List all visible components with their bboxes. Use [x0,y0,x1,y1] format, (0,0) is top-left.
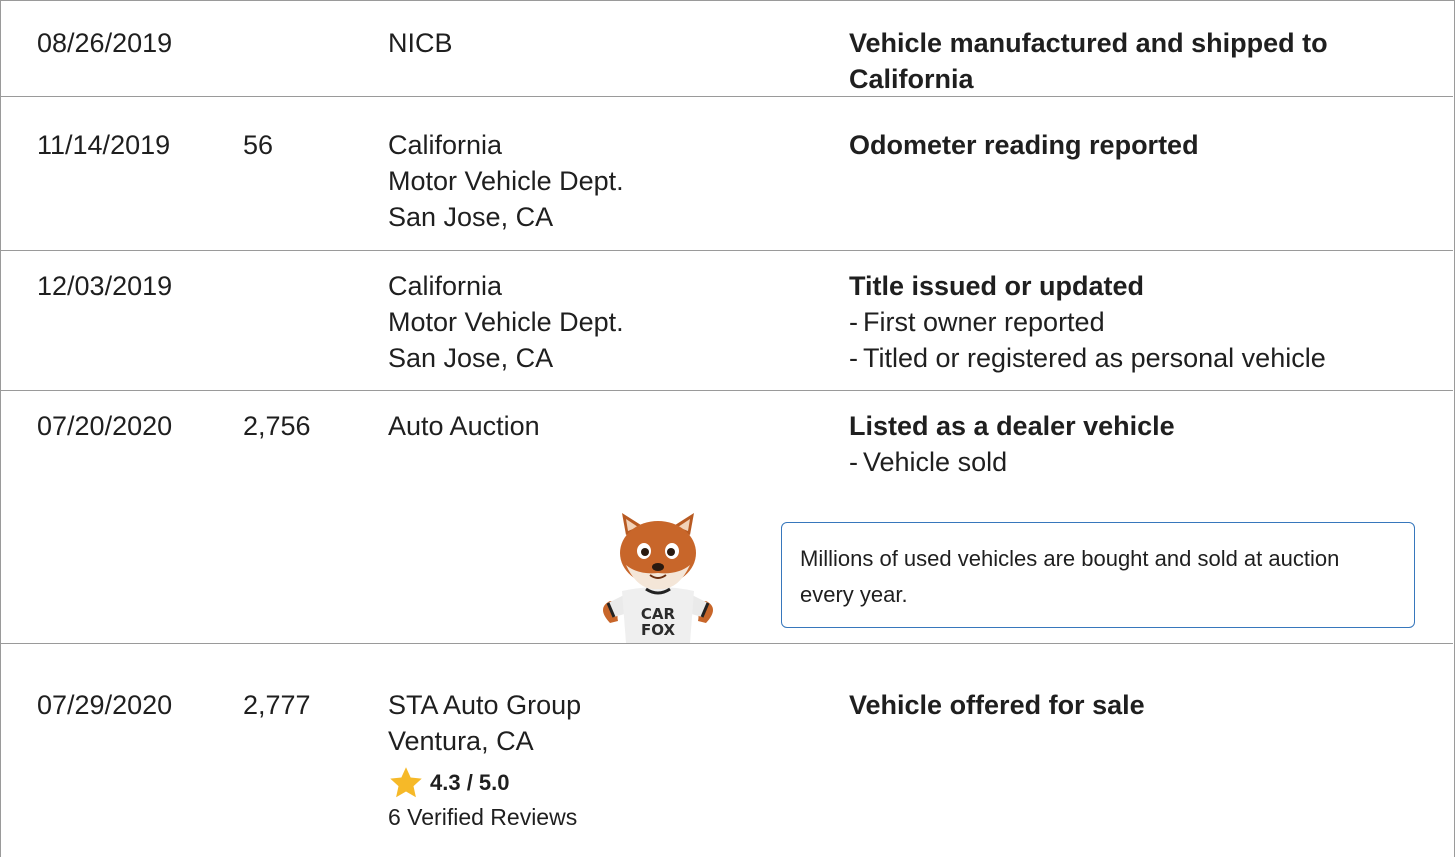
record-detail: - First owner reported [849,304,1326,340]
carfox-tip-text: Millions of used vehicles are bought and… [800,546,1340,607]
record-source: STA Auto Group Ventura, CA 4.3 / 5.0 6 V… [388,687,581,833]
source-line: California [388,271,503,301]
record-source: Auto Auction [388,411,540,441]
record-date: 11/14/2019 [37,130,171,160]
record-odometer: 56 [243,130,274,160]
dealer-rating[interactable]: 4.3 / 5.0 [388,763,581,801]
carfox-mascot-icon: CAR FOX [603,513,713,643]
source-line: San Jose, CA [388,343,554,373]
record-odometer: 2,756 [243,411,311,441]
dealer-name-link[interactable]: STA Auto Group [388,687,581,723]
record-comments: Listed as a dealer vehicle - Vehicle sold [849,408,1175,480]
record-date: 08/26/2019 [37,28,173,58]
record-source: California Motor Vehicle Dept. San Jose,… [388,268,624,376]
record-comments: Title issued or updated - First owner rep… [849,268,1326,376]
table-row: 07/29/2020 2,777 STA Auto Group Ventura,… [0,643,1453,856]
record-title: Vehicle offered for sale [849,690,1145,720]
source-line: California [388,130,503,160]
source-line: Motor Vehicle Dept. [388,307,624,337]
table-row: 08/26/2019 NICB Vehicle manufactured and… [0,0,1453,97]
detail-text: First owner reported [863,307,1105,337]
record-comments: Odometer reading reported [849,127,1199,163]
dash: - [849,447,858,477]
source-line: San Jose, CA [388,202,554,232]
table-row: 11/14/2019 56 California Motor Vehicle D… [0,96,1453,251]
record-detail: - Titled or registered as personal vehicl… [849,340,1326,376]
detail-text: Titled or registered as personal vehicle [863,343,1326,373]
source-line: Ventura, CA [388,726,534,756]
record-date: 12/03/2019 [37,271,173,301]
record-title: Title issued or updated [849,271,1145,301]
detail-text: Vehicle sold [863,447,1008,477]
carfox-tip-box: Millions of used vehicles are bought and… [781,522,1415,628]
verified-reviews-link[interactable]: 6 Verified Reviews [388,801,581,833]
record-title: Odometer reading reported [849,130,1199,160]
record-date: 07/20/2020 [37,411,173,441]
rating-value: 4.3 / 5.0 [430,769,510,795]
table-row: 12/03/2019 California Motor Vehicle Dept… [0,250,1453,391]
record-title: Listed as a dealer vehicle [849,411,1175,441]
record-odometer: 2,777 [243,690,311,720]
record-comments: Vehicle manufactured and shipped to Cali… [849,25,1328,97]
record-source: California Motor Vehicle Dept. San Jose,… [388,127,624,235]
shirt-text-line2: FOX [641,621,675,639]
source-line: Motor Vehicle Dept. [388,166,624,196]
dash: - [849,307,858,337]
record-detail: - Vehicle sold [849,444,1175,480]
record-title-cont: California [849,64,974,94]
star-icon [390,767,422,798]
dash: - [849,343,858,373]
record-comments: Vehicle offered for sale [849,687,1145,723]
record-date: 07/29/2020 [37,690,173,720]
record-title: Vehicle manufactured and shipped to [849,28,1328,58]
record-source: NICB [388,28,453,58]
